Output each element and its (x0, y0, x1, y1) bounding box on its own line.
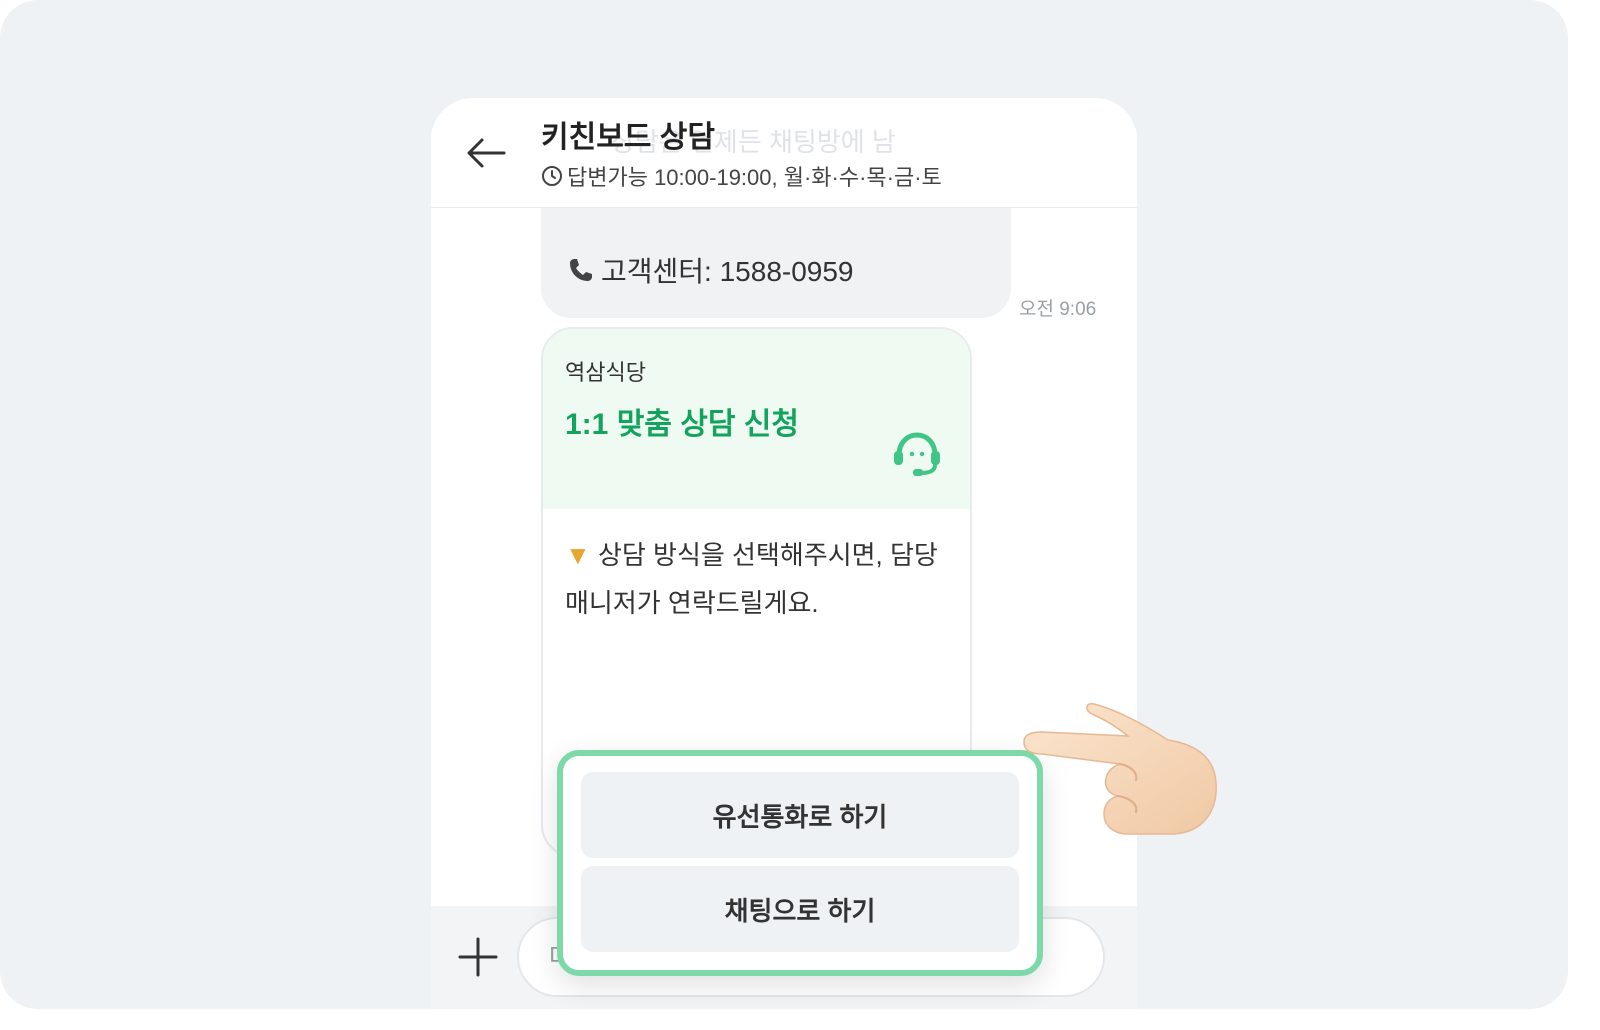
option-highlight-box: 유선통화로 하기 채팅으로 하기 (557, 750, 1043, 976)
store-name: 역삼식당 (565, 360, 646, 385)
business-hours: 답변가능 10:00-19:00, 월·화·수·목·금·토 (541, 160, 942, 192)
phone-call-option-button[interactable]: 유선통화로 하기 (581, 772, 1019, 858)
card-body: ▼ 상담 방식을 선택해주시면, 담당 매니저가 연락드릴게요. (565, 531, 945, 627)
clock-icon (542, 166, 562, 186)
message-bubble: 고객센터: 1588-0959 (541, 198, 1011, 318)
background-canvas: 상담은 언제든 채팅방에 남 키친보드 상담 답변가능 10:00-19:00,… (0, 0, 1568, 1009)
pointing-down-icon: ▼ (565, 540, 591, 570)
chat-header: 상담은 언제든 채팅방에 남 키친보드 상담 답변가능 10:00-19:00,… (431, 98, 1137, 208)
card-title: 1:1 맞춤 상담 신청 (565, 408, 799, 441)
message-time: 오전 9:06 (1019, 299, 1097, 320)
back-button[interactable] (461, 128, 511, 178)
chat-window: 상담은 언제든 채팅방에 남 키친보드 상담 답변가능 10:00-19:00,… (431, 98, 1137, 1009)
customer-center-number: 고객센터: 1588-0959 (601, 256, 854, 287)
plus-icon (458, 937, 498, 977)
phone-icon (570, 259, 592, 281)
card-body-text: 상담 방식을 선택해주시면, 담당 매니저가 연락드릴게요. (565, 540, 938, 618)
headset-icon (894, 432, 940, 476)
chat-title: 키친보드 상담 (541, 121, 715, 154)
phone-line: 고객센터: 1588-0959 (567, 250, 854, 290)
business-hours-text: 답변가능 10:00-19:00, 월·화·수·목·금·토 (567, 165, 942, 190)
attach-button[interactable] (455, 934, 501, 980)
chat-option-button[interactable]: 채팅으로 하기 (581, 866, 1019, 952)
card-header: 역삼식당 1:1 맞춤 상담 신청 (543, 329, 970, 509)
pointing-hand-icon (1023, 702, 1217, 835)
arrow-left-icon (467, 138, 506, 168)
